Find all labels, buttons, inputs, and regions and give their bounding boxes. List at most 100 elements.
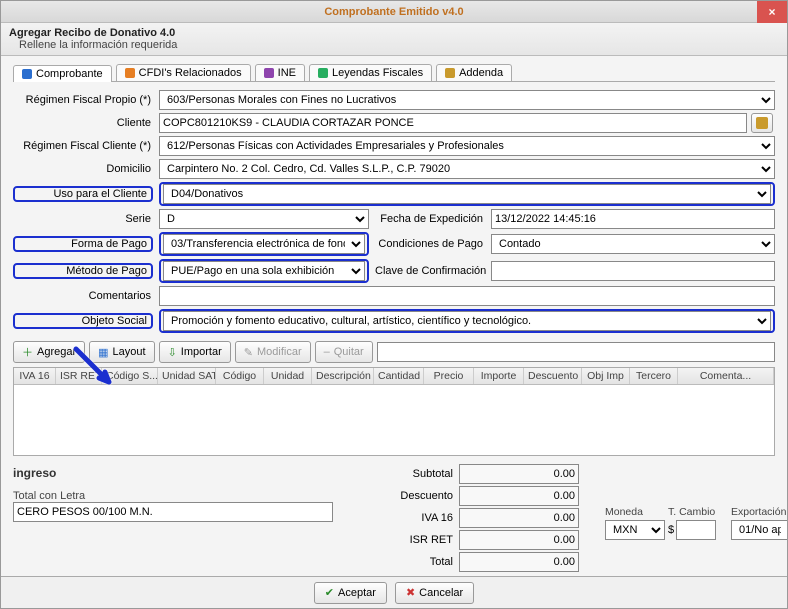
col-unidad[interactable]: Unidad	[264, 368, 312, 384]
remove-icon: –	[324, 346, 330, 358]
layout-icon: ▦	[98, 346, 108, 359]
metodo-pago-select[interactable]: PUE/Pago en una sola exhibición	[163, 261, 365, 281]
tcambio-input[interactable]	[676, 520, 716, 540]
iva-label: IVA 16	[339, 512, 459, 524]
tab-label: Addenda	[459, 67, 503, 79]
export-select[interactable]: 01/No aplica	[731, 520, 787, 540]
quitar-button: –Quitar	[315, 341, 373, 363]
label-fecha-exp: Fecha de Expedición	[375, 213, 485, 225]
doc-icon	[22, 69, 32, 79]
button-label: Modificar	[257, 346, 302, 358]
grid-header: IVA 16 ISR RET Código S... Unidad SAT Có…	[14, 368, 774, 385]
tab-leyendas[interactable]: Leyendas Fiscales	[309, 64, 432, 81]
tab-ine[interactable]: INE	[255, 64, 305, 81]
addenda-icon	[445, 68, 455, 78]
col-codigo-sat[interactable]: Código S...	[102, 368, 158, 384]
col-codigo[interactable]: Código	[216, 368, 264, 384]
col-descuento[interactable]: Descuento	[524, 368, 582, 384]
tab-cfdis[interactable]: CFDI's Relacionados	[116, 64, 251, 81]
button-label: Cancelar	[419, 587, 463, 599]
currency-symbol: $	[668, 524, 674, 536]
descuento-label: Descuento	[339, 490, 459, 502]
cancelar-button[interactable]: ✖ Cancelar	[395, 582, 474, 604]
domicilio-select[interactable]: Carpintero No. 2 Col. Cedro, Cd. Valles …	[159, 159, 775, 179]
label-forma-pago: Forma de Pago	[17, 238, 149, 250]
regimen-cliente-select[interactable]: 612/Personas Físicas con Actividades Emp…	[159, 136, 775, 156]
label-cliente: Cliente	[13, 117, 153, 129]
lines-grid[interactable]: IVA 16 ISR RET Código S... Unidad SAT Có…	[13, 367, 775, 456]
col-unidad-sat[interactable]: Unidad SAT	[158, 368, 216, 384]
button-label: Layout	[113, 346, 146, 358]
col-comenta[interactable]: Comenta...	[678, 368, 774, 384]
export-label: Exportación	[731, 506, 787, 518]
tab-comprobante[interactable]: Comprobante	[13, 65, 112, 82]
label-domicilio: Domicilio	[13, 163, 153, 175]
moneda-label: Moneda	[605, 506, 665, 518]
layout-button[interactable]: ▦ Layout	[89, 341, 154, 363]
button-label: Agregar	[37, 346, 76, 358]
col-precio[interactable]: Precio	[424, 368, 474, 384]
tab-label: Leyendas Fiscales	[332, 67, 423, 79]
check-icon: ✔	[325, 586, 334, 599]
label-uso-cliente: Uso para el Cliente	[17, 188, 149, 200]
col-obj-imp[interactable]: Obj Imp	[582, 368, 630, 384]
total-letra-label: Total con Letra	[13, 490, 333, 502]
edit-icon: ✎	[244, 346, 253, 359]
plus-icon: ＋	[22, 344, 33, 360]
objeto-social-select[interactable]: Promoción y fomento educativo, cultural,…	[163, 311, 771, 331]
label-regimen-propio: Régimen Fiscal Propio (*)	[13, 94, 153, 106]
comentarios-input[interactable]	[159, 286, 775, 306]
col-iva[interactable]: IVA 16	[14, 368, 56, 384]
tab-label: Comprobante	[36, 68, 103, 80]
import-icon: ⇩	[168, 346, 177, 359]
window-title: Comprobante Emitido v4.0	[324, 6, 463, 18]
modificar-button: ✎ Modificar	[235, 341, 311, 363]
condiciones-select[interactable]: Contado	[491, 234, 775, 254]
tcambio-label: T. Cambio	[668, 506, 728, 518]
clave-conf-input[interactable]	[491, 261, 775, 281]
label-comentarios: Comentarios	[13, 290, 153, 302]
importar-button[interactable]: ⇩ Importar	[159, 341, 231, 363]
subtotal-label: Subtotal	[339, 468, 459, 480]
descuento-value	[459, 486, 579, 506]
button-label: Importar	[181, 346, 222, 358]
total-letra-input	[13, 502, 333, 522]
label-clave-conf: Clave de Confirmación	[375, 265, 485, 277]
uso-cliente-select[interactable]: D04/Donativos	[163, 184, 771, 204]
ingreso-label: ingreso	[13, 464, 333, 482]
link-icon	[125, 68, 135, 78]
col-cantidad[interactable]: Cantidad	[374, 368, 424, 384]
col-isr[interactable]: ISR RET	[56, 368, 102, 384]
forma-pago-select[interactable]: 03/Transferencia electrónica de fondos	[163, 234, 365, 254]
subtotal-value	[459, 464, 579, 484]
total-value	[459, 552, 579, 572]
footer: ✔ Aceptar ✖ Cancelar	[1, 576, 787, 608]
serie-select[interactable]: D	[159, 209, 369, 229]
isr-label: ISR RET	[339, 534, 459, 546]
button-label: Aceptar	[338, 587, 376, 599]
isr-value	[459, 530, 579, 550]
col-descripcion[interactable]: Descripción	[312, 368, 374, 384]
tab-label: INE	[278, 67, 296, 79]
agregar-button[interactable]: ＋ Agregar	[13, 341, 85, 363]
cliente-lookup-button[interactable]	[751, 113, 773, 133]
label-metodo-pago: Método de Pago	[17, 265, 149, 277]
close-icon: ×	[768, 5, 775, 19]
fecha-exp-input[interactable]	[491, 209, 775, 229]
line-toolbar: ＋ Agregar ▦ Layout ⇩ Importar ✎ Modificar –Q…	[13, 341, 775, 363]
col-importe[interactable]: Importe	[474, 368, 524, 384]
label-condiciones: Condiciones de Pago	[375, 238, 485, 250]
cancel-icon: ✖	[406, 586, 415, 599]
page-subtitle: Rellene la información requerida	[19, 39, 779, 51]
label-serie: Serie	[13, 213, 153, 225]
regimen-propio-select[interactable]: 603/Personas Morales con Fines no Lucrat…	[159, 90, 775, 110]
tab-addenda[interactable]: Addenda	[436, 64, 512, 81]
aceptar-button[interactable]: ✔ Aceptar	[314, 582, 387, 604]
cliente-input[interactable]	[159, 113, 747, 133]
moneda-select[interactable]: MXN	[605, 520, 665, 540]
filter-input[interactable]	[377, 342, 775, 362]
close-button[interactable]: ×	[757, 1, 787, 23]
col-tercero[interactable]: Tercero	[630, 368, 678, 384]
header-panel: Agregar Recibo de Donativo 4.0 Rellene l…	[1, 23, 787, 56]
iva-value	[459, 508, 579, 528]
